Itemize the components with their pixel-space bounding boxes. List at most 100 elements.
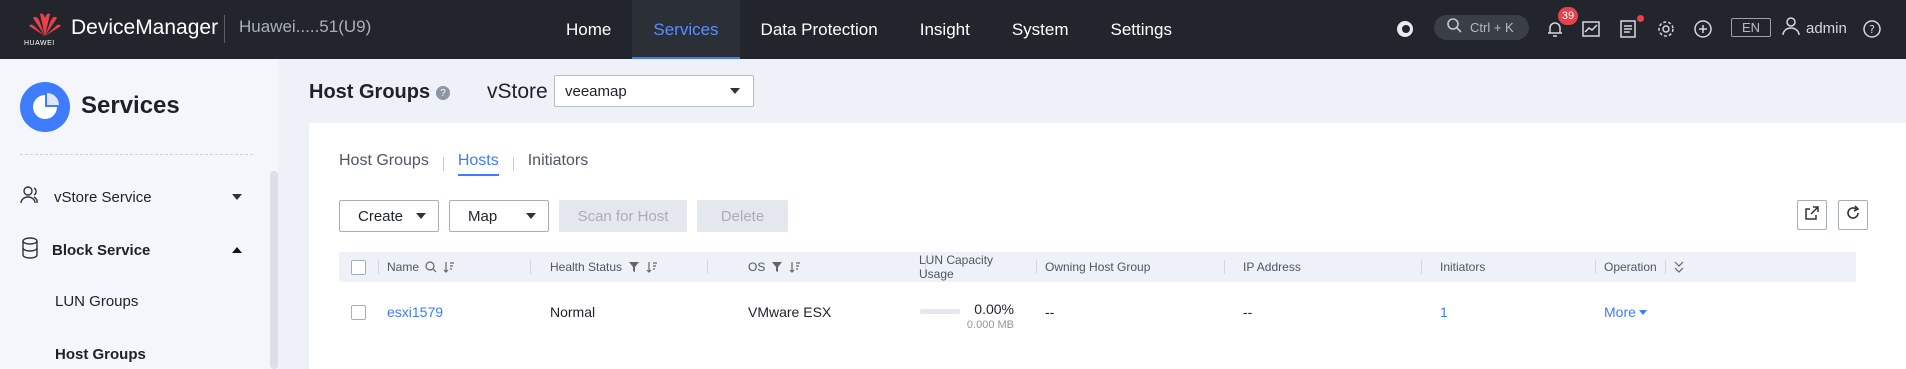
column-settings-icon[interactable] (1674, 252, 1684, 282)
capacity-usage-bar (920, 309, 960, 314)
initiators-count-link[interactable]: 1 (1440, 287, 1448, 337)
nav-data-protection[interactable]: Data Protection (740, 0, 899, 59)
column-header-operation: Operation (1604, 260, 1657, 274)
column-header-ip-address[interactable]: IP Address (1243, 252, 1301, 282)
chevron-down-icon (232, 194, 242, 200)
sidebar-title: Services (81, 92, 180, 119)
sidebar-item-block-service[interactable]: Block Service (20, 236, 250, 264)
tab-hosts[interactable]: Hosts (457, 152, 499, 176)
column-header-health-status[interactable]: Health Status (550, 252, 658, 282)
sort-icon[interactable] (443, 261, 455, 273)
column-divider (378, 260, 379, 274)
export-button[interactable] (1797, 200, 1827, 230)
column-header-owning-host-group[interactable]: Owning Host Group (1045, 252, 1150, 282)
chevron-down-icon (416, 213, 426, 219)
task-notification-dot (1637, 15, 1644, 22)
nav-home[interactable]: Home (545, 0, 632, 59)
row-select-cell (351, 287, 366, 337)
gear-icon[interactable] (1652, 15, 1680, 43)
language-switch[interactable]: EN (1731, 18, 1771, 37)
column-header-name[interactable]: Name (387, 252, 455, 282)
sort-icon[interactable] (789, 261, 801, 273)
scan-for-host-button[interactable]: Scan for Host (559, 200, 687, 232)
performance-chart-icon[interactable] (1577, 15, 1605, 43)
username: admin (1806, 20, 1847, 37)
host-name-link[interactable]: esxi1579 (387, 287, 443, 337)
sidebar-divider (20, 154, 253, 155)
user-menu[interactable]: admin (1782, 16, 1847, 41)
search-icon[interactable] (425, 261, 437, 273)
add-circle-icon[interactable] (1689, 15, 1717, 43)
column-divider (1595, 260, 1596, 274)
app-title: DeviceManager (71, 16, 219, 39)
nav-system[interactable]: System (991, 0, 1090, 59)
export-icon (1804, 205, 1820, 226)
vstore-label: vStore (487, 80, 548, 103)
os-cell: VMware ESX (748, 304, 832, 320)
column-divider (707, 260, 708, 274)
top-bar: HUAWEI DeviceManager Huawei.....51(U9) H… (0, 0, 1906, 59)
filter-icon[interactable] (628, 261, 640, 273)
owning-host-group-cell: -- (1045, 304, 1055, 320)
column-label: Name (387, 260, 420, 274)
database-icon (20, 236, 40, 264)
sidebar-item-vstore-service[interactable]: vStore Service (20, 183, 250, 211)
nav-settings[interactable]: Settings (1090, 0, 1193, 59)
delete-button[interactable]: Delete (697, 200, 788, 232)
sidebar-item-label: Block Service (52, 241, 151, 259)
help-icon[interactable]: ? (436, 86, 450, 100)
create-button[interactable]: Create (339, 200, 439, 232)
ip-address-cell: -- (1243, 304, 1253, 320)
refresh-icon (1845, 204, 1861, 226)
global-search[interactable]: Ctrl + K (1434, 15, 1529, 40)
refresh-button[interactable] (1838, 200, 1868, 230)
page-title: Host Groups (309, 81, 431, 103)
table-header: Name Health Status OS LUN Capacity Usage… (339, 252, 1856, 282)
column-divider (1036, 260, 1037, 274)
map-button-label: Map (468, 207, 498, 225)
column-header-initiators[interactable]: Initiators (1440, 252, 1485, 282)
select-all-checkbox[interactable] (351, 259, 366, 275)
svg-text:?: ? (1869, 23, 1875, 36)
tab-host-groups[interactable]: Host Groups (339, 152, 429, 176)
more-label: More (1604, 304, 1636, 320)
column-divider (530, 260, 531, 274)
user-icon (1782, 16, 1800, 41)
column-header-lun-capacity[interactable]: LUN Capacity Usage (919, 252, 1025, 282)
nav-insight[interactable]: Insight (899, 0, 991, 59)
column-divider (1665, 260, 1666, 274)
assistant-icon[interactable] (1391, 15, 1419, 43)
row-checkbox[interactable] (351, 304, 366, 320)
capacity-usage-percent: 0.00% (974, 301, 1014, 317)
sidebar-scrollbar[interactable] (270, 171, 278, 369)
vstore-value: veeamap (565, 82, 627, 100)
sidebar-subitem-lun-groups[interactable]: LUN Groups (55, 293, 138, 310)
nav-services[interactable]: Services (632, 0, 740, 59)
brand-text: HUAWEI (24, 40, 55, 47)
filter-icon[interactable] (771, 261, 783, 273)
sidebar-item-label: vStore Service (54, 188, 152, 206)
health-status-cell: Normal (550, 304, 596, 320)
sidebar-panel: Services vStore Service Block Service LU… (0, 59, 270, 369)
search-icon (1446, 17, 1462, 38)
main-nav: Home Services Data Protection Insight Sy… (545, 0, 1193, 59)
tab-initiators[interactable]: Initiators (528, 152, 588, 176)
sort-icon[interactable] (646, 261, 658, 273)
create-button-label: Create (358, 207, 404, 225)
capacity-usage-size: 0.000 MB (966, 319, 1014, 331)
title-divider (224, 15, 225, 43)
map-button[interactable]: Map (449, 200, 549, 232)
device-name[interactable]: Huawei.....51(U9) (239, 17, 371, 37)
column-divider (1421, 260, 1422, 274)
more-operations-menu[interactable]: More (1604, 287, 1647, 337)
column-header-os[interactable]: OS (748, 252, 801, 282)
column-divider (1224, 260, 1225, 274)
services-pie-icon (20, 82, 70, 132)
sidebar-subitem-host-groups[interactable]: Host Groups (55, 346, 146, 363)
content-card: Host Groups Hosts Initiators Create Map … (309, 123, 1906, 369)
help-icon[interactable]: ? (1858, 15, 1886, 43)
tab-divider (512, 157, 514, 171)
vstore-select[interactable]: veeamap (554, 75, 754, 107)
users-icon (20, 185, 42, 210)
tab-divider (442, 157, 444, 171)
